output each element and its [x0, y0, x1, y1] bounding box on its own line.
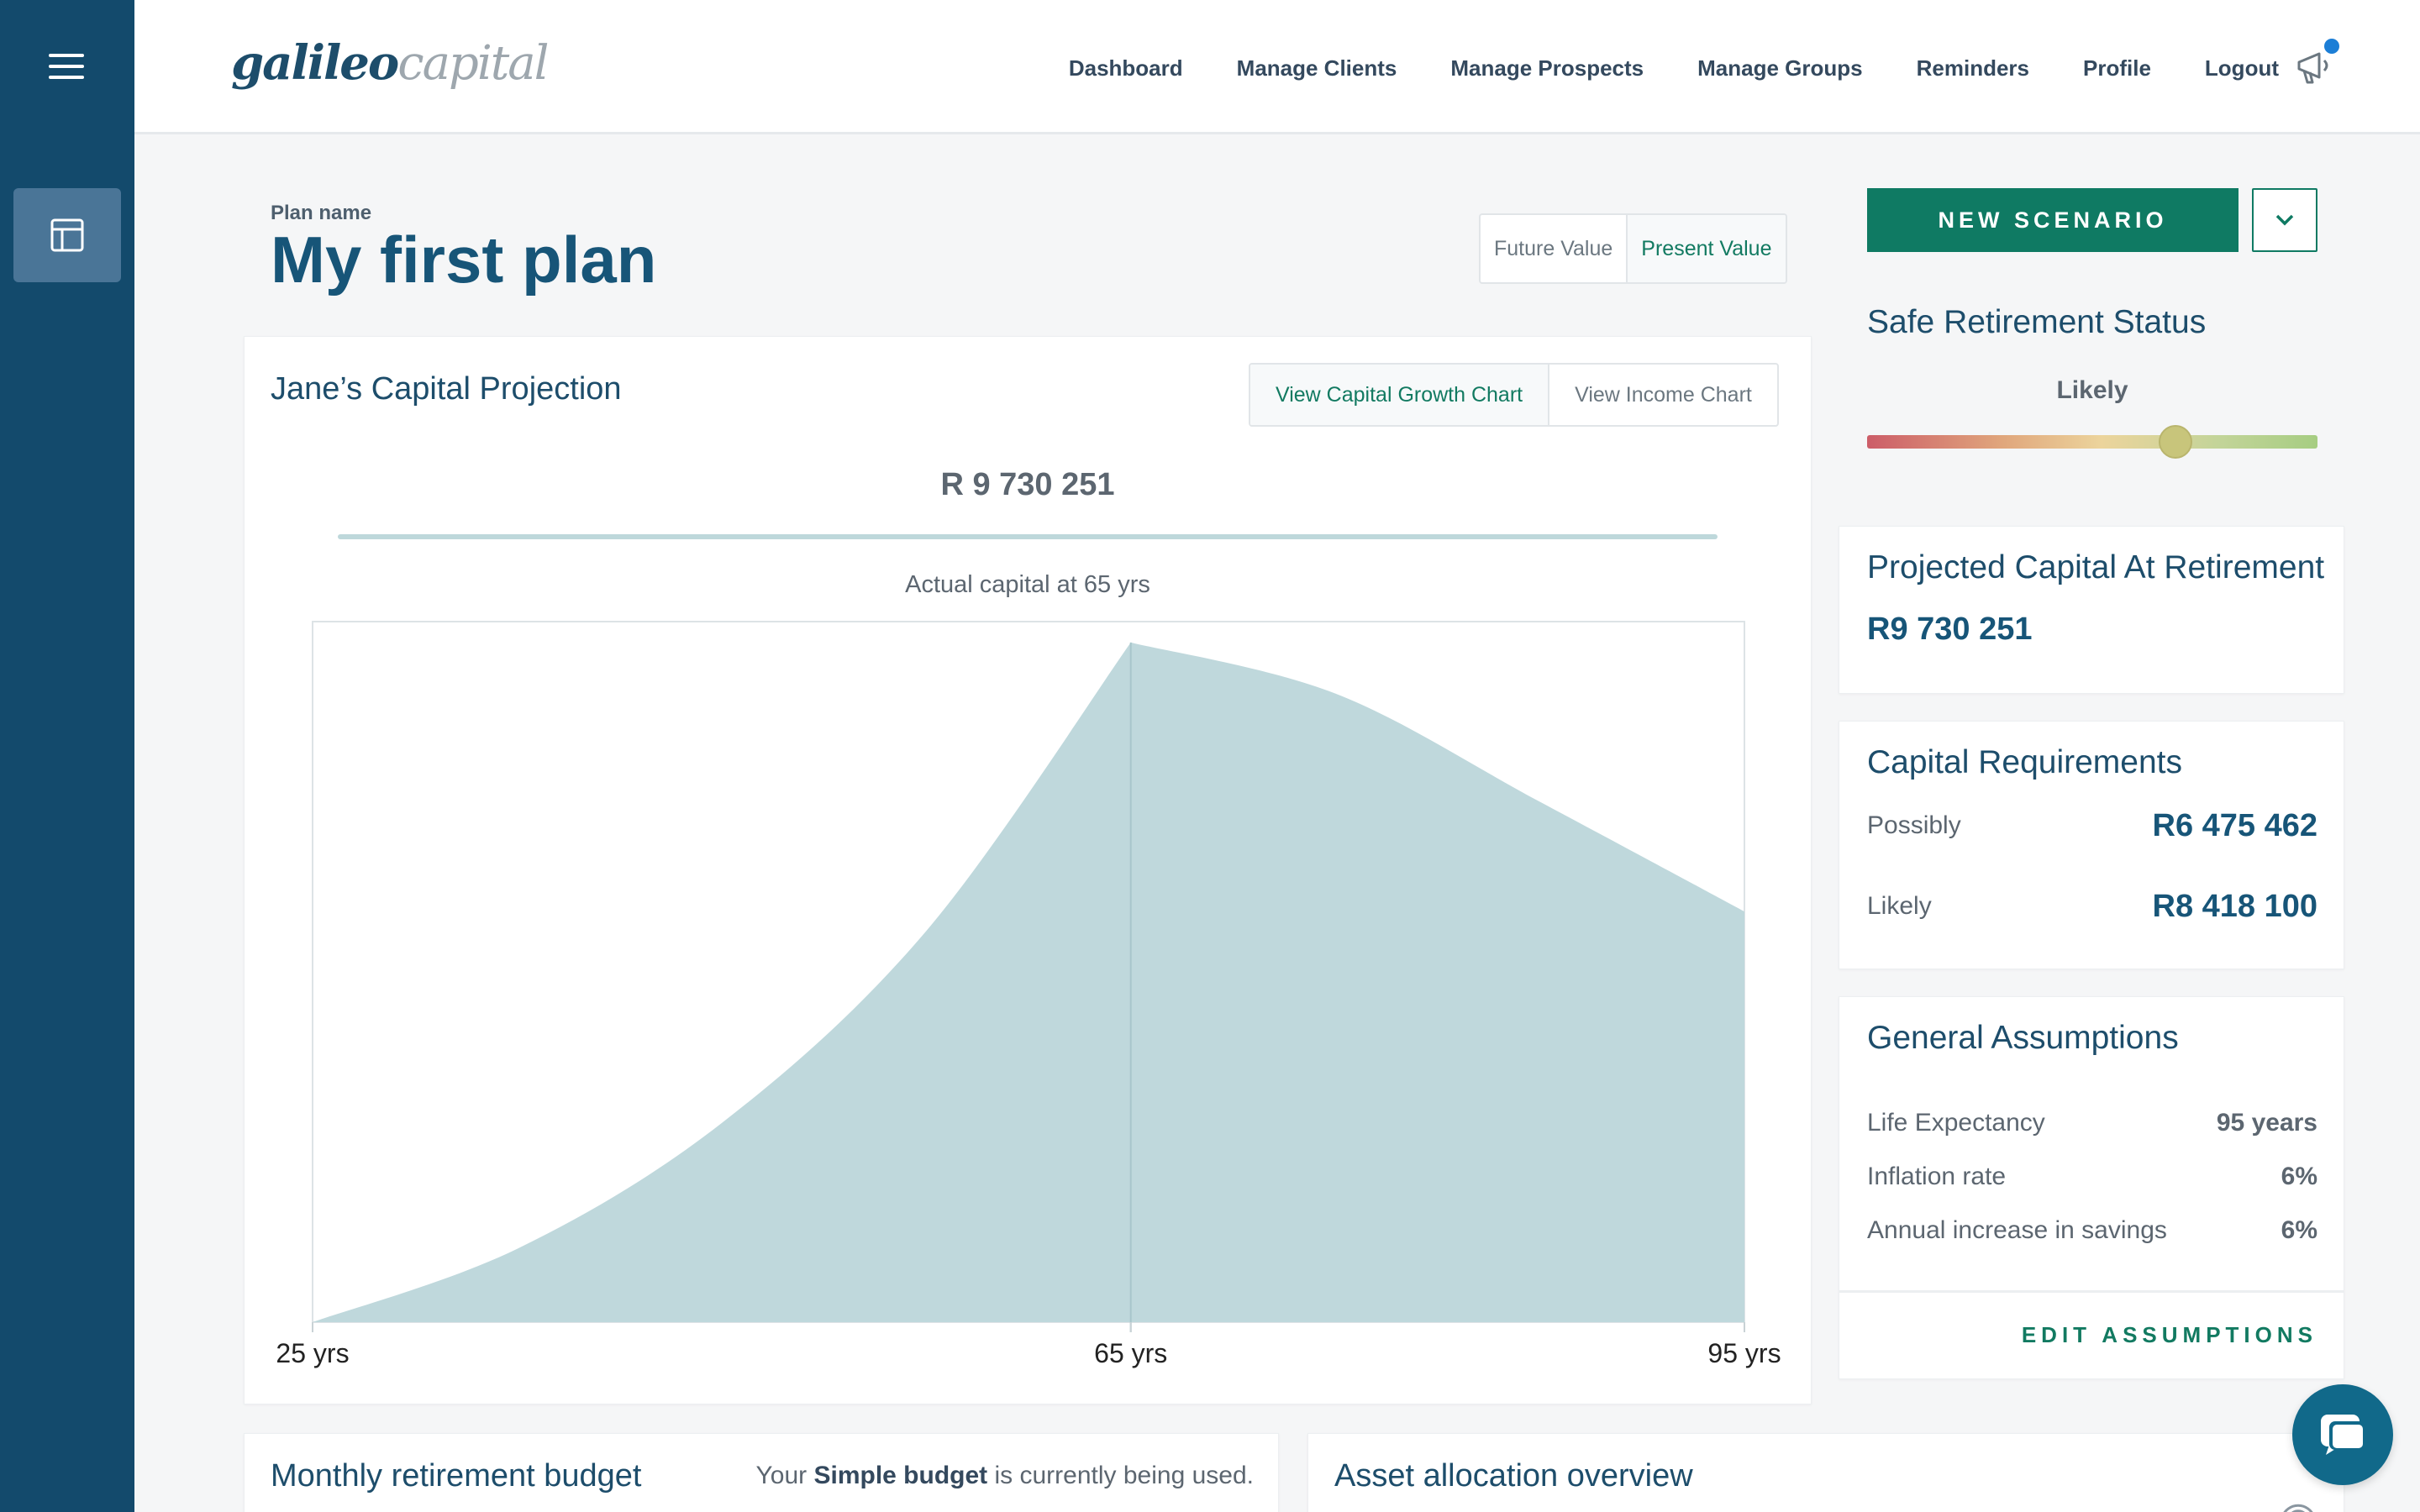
- plan-title[interactable]: My first plan: [271, 222, 656, 298]
- assumption-label: Annual increase in savings: [1867, 1216, 2167, 1244]
- monthly-budget-title: Monthly retirement budget: [271, 1458, 642, 1494]
- requirement-value: R6 475 462: [2152, 808, 2318, 843]
- nav-reminders[interactable]: Reminders: [1917, 55, 2029, 81]
- top-header: galileocapital Dashboard Manage Clients …: [134, 0, 2420, 134]
- x-axis-ticks: 25 yrs 65 yrs 95 yrs: [276, 1322, 1781, 1368]
- safe-retirement-status: Likely: [2056, 376, 2128, 404]
- assumption-label: Inflation rate: [1867, 1163, 2007, 1190]
- value-toggle: Future Value Present Value: [1479, 213, 1787, 284]
- capital-requirements-title: Capital Requirements: [1867, 744, 2183, 780]
- requirement-label: Likely: [1867, 892, 1932, 920]
- requirement-value: R8 418 100: [2152, 889, 2318, 924]
- capital-projection-chart: 25 yrs 65 yrs 95 yrs: [276, 621, 1781, 1368]
- general-assumptions-title: General Assumptions: [1867, 1020, 2179, 1056]
- notification-dot: [2324, 39, 2339, 54]
- safe-retirement-gauge: [1867, 435, 2317, 449]
- future-value-button[interactable]: Future Value: [1481, 215, 1626, 282]
- main-nav: Dashboard Manage Clients Manage Prospect…: [1069, 55, 2279, 81]
- x-tick-label: 95 yrs: [1707, 1338, 1781, 1368]
- present-value-button[interactable]: Present Value: [1626, 215, 1786, 282]
- peak-divider: [338, 534, 1718, 539]
- projected-capital-title: Projected Capital At Retirement: [1867, 549, 2325, 585]
- sidebar-item-plans[interactable]: [13, 188, 121, 282]
- megaphone-icon[interactable]: [2294, 49, 2338, 86]
- projection-title: Jane’s Capital Projection: [271, 371, 622, 407]
- requirement-label: Possibly: [1867, 811, 1961, 839]
- nav-manage-groups[interactable]: Manage Groups: [1697, 55, 1862, 81]
- nav-logout[interactable]: Logout: [2205, 55, 2279, 81]
- nav-dashboard[interactable]: Dashboard: [1069, 55, 1183, 81]
- new-scenario-button[interactable]: NEW SCENARIO: [1867, 188, 2238, 252]
- assumption-value: 95 years: [2216, 1109, 2317, 1137]
- safe-retirement-indicator: [2159, 425, 2193, 459]
- sidebar: [0, 0, 134, 1512]
- x-tick-label: 25 yrs: [276, 1338, 349, 1368]
- projected-capital-value: R9 730 251: [1867, 612, 2033, 647]
- assumption-value: 6%: [2281, 1216, 2317, 1244]
- hamburger-icon[interactable]: [49, 54, 84, 79]
- safe-retirement-title: Safe Retirement Status: [1867, 304, 2207, 340]
- logo[interactable]: galileocapital: [231, 35, 550, 91]
- assumptions-divider: [1839, 1290, 2344, 1293]
- chat-icon: [2321, 1415, 2365, 1455]
- nav-manage-prospects[interactable]: Manage Prospects: [1450, 55, 1644, 81]
- capital-growth-chart-button[interactable]: View Capital Growth Chart: [1250, 365, 1549, 425]
- nav-profile[interactable]: Profile: [2083, 55, 2151, 81]
- chevron-down-icon: [2275, 214, 2294, 226]
- chat-button[interactable]: [2292, 1384, 2393, 1485]
- budget-type[interactable]: Simple budget: [813, 1462, 987, 1489]
- budget-note: Your Simple budget is currently being us…: [755, 1462, 1254, 1489]
- layout-icon: [50, 218, 84, 252]
- peak-caption: Actual capital at 65 yrs: [905, 571, 1150, 598]
- edit-assumptions-button[interactable]: EDIT ASSUMPTIONS: [2022, 1322, 2317, 1348]
- peak-capital-value: R 9 730 251: [940, 467, 1115, 502]
- x-tick-label: 65 yrs: [1094, 1338, 1167, 1368]
- pie-chart-icon[interactable]: [2277, 1485, 2319, 1512]
- scenario-dropdown-button[interactable]: [2252, 188, 2317, 252]
- chart-toggle: View Capital Growth Chart View Income Ch…: [1249, 363, 1779, 427]
- asset-allocation-title: Asset allocation overview: [1334, 1458, 1693, 1494]
- income-chart-button[interactable]: View Income Chart: [1548, 365, 1777, 425]
- assumption-label: Life Expectancy: [1867, 1109, 2045, 1137]
- nav-manage-clients[interactable]: Manage Clients: [1237, 55, 1397, 81]
- capital-area: [313, 642, 1744, 1322]
- assumption-value: 6%: [2281, 1163, 2317, 1190]
